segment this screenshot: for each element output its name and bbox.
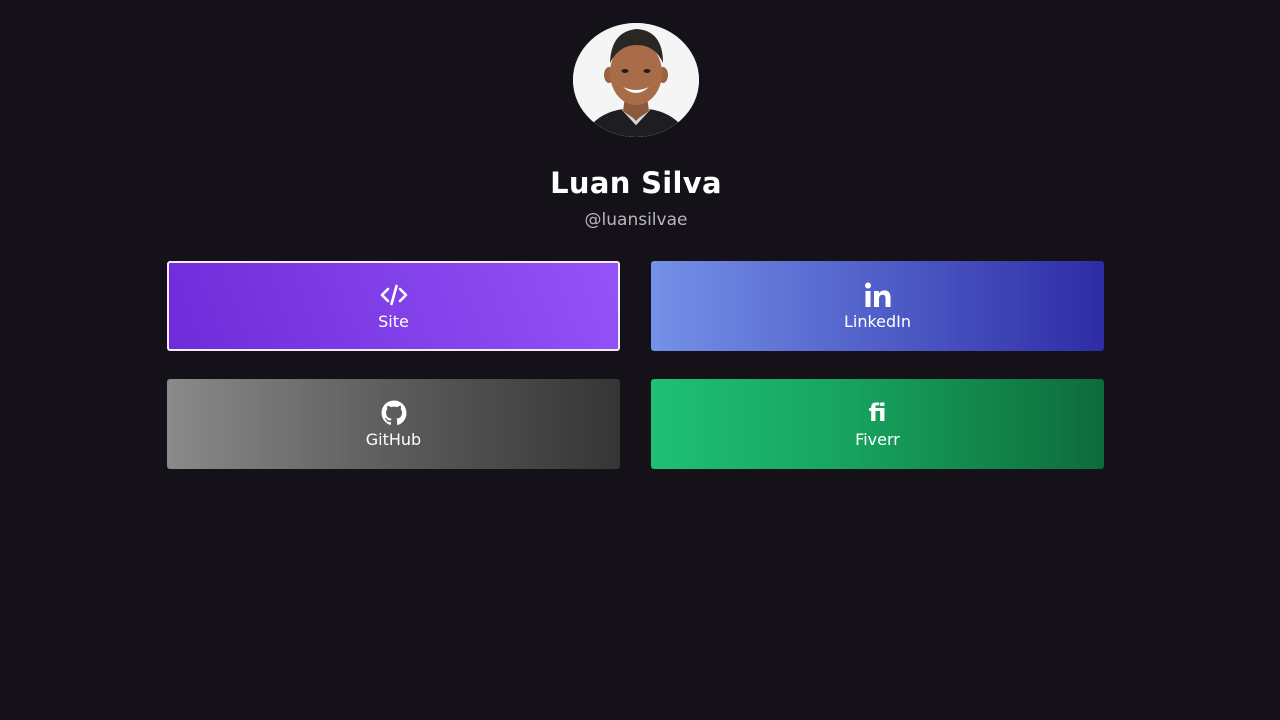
linkedin-link-button[interactable]: LinkedIn (651, 261, 1104, 351)
fiverr-icon: fi (869, 400, 887, 426)
fiverr-link-label: Fiverr (855, 429, 900, 449)
profile-photo (573, 23, 699, 137)
github-link-button[interactable]: GitHub (167, 379, 620, 469)
profile-handle: @luansilvae (584, 210, 688, 230)
site-link-button[interactable]: Site (167, 261, 620, 351)
github-icon (381, 400, 407, 426)
fiverr-glyph: fi (868, 398, 887, 427)
fiverr-link-button[interactable]: fi Fiverr (651, 379, 1104, 469)
site-link-label: Site (378, 311, 409, 331)
link-page: Luan Silva @luansilvae Site LinkedIn Git… (0, 0, 1280, 720)
github-link-label: GitHub (365, 429, 422, 449)
linkedin-icon (864, 282, 892, 308)
linkedin-link-label: LinkedIn (843, 311, 912, 331)
profile-name: Luan Silva (550, 166, 722, 200)
avatar (573, 23, 699, 137)
code-icon (380, 282, 408, 308)
